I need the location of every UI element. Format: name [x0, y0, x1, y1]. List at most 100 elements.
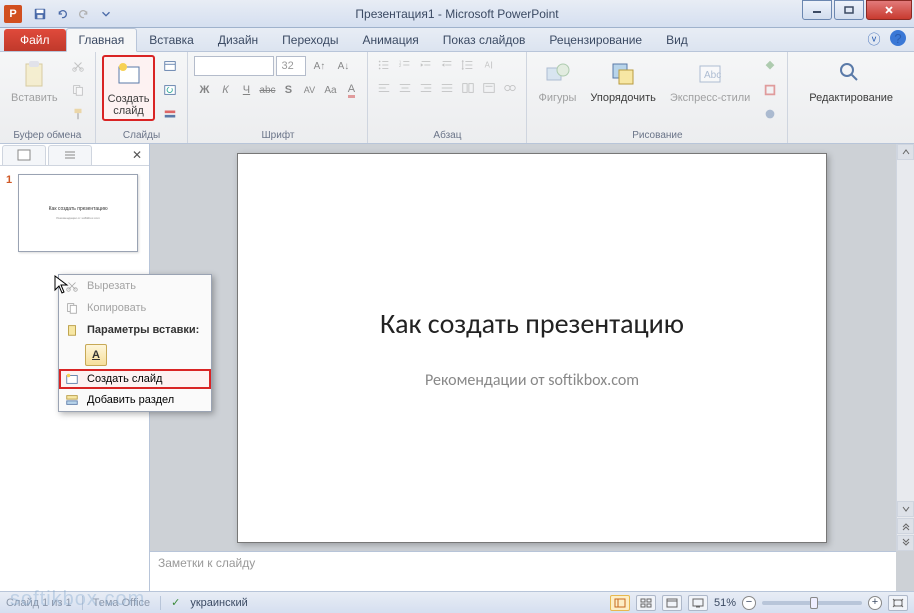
zoom-out-button[interactable]: − [742, 596, 756, 610]
arrange-button[interactable]: Упорядочить [585, 55, 660, 107]
increase-indent-button[interactable] [437, 55, 457, 75]
zoom-in-button[interactable]: + [868, 596, 882, 610]
slide-thumbnail[interactable]: Как создать презентацию Рекомендации от … [18, 174, 138, 252]
char-spacing-button[interactable]: AV [299, 80, 319, 100]
zoom-slider-thumb[interactable] [810, 597, 818, 609]
bold-button[interactable]: Ж [194, 80, 214, 100]
cm-new-slide-label: Создать слайд [87, 373, 162, 385]
shape-outline-button[interactable] [759, 79, 781, 101]
redo-button[interactable] [74, 4, 94, 24]
paste-button[interactable]: Вставить [6, 55, 63, 107]
shapes-button[interactable]: Фигуры [533, 55, 581, 107]
sorter-view-button[interactable] [636, 595, 656, 611]
cm-cut[interactable]: Вырезать [59, 275, 211, 297]
slide-edit-area: Как создать презентацию Рекомендации от … [150, 144, 914, 591]
notes-pane[interactable]: Заметки к слайду [150, 551, 896, 591]
minimize-button[interactable] [802, 0, 832, 20]
scroll-down-button[interactable] [897, 501, 914, 517]
font-family-combo[interactable] [194, 56, 274, 76]
layout-button[interactable] [159, 55, 181, 77]
tab-insert[interactable]: Вставка [137, 29, 206, 51]
slides-tab-icon[interactable] [2, 145, 46, 165]
shape-fill-button[interactable] [759, 55, 781, 77]
reset-button[interactable] [159, 79, 181, 101]
decrease-indent-button[interactable] [416, 55, 436, 75]
tab-home[interactable]: Главная [66, 28, 138, 52]
save-button[interactable] [30, 4, 50, 24]
shape-effects-button[interactable] [759, 103, 781, 125]
strike-button[interactable]: abc [257, 80, 277, 100]
columns-button[interactable] [458, 78, 478, 98]
tab-design[interactable]: Дизайн [206, 29, 270, 51]
undo-button[interactable] [52, 4, 72, 24]
tab-animations[interactable]: Анимация [350, 29, 430, 51]
next-slide-button[interactable] [897, 535, 914, 551]
copy-button[interactable] [67, 79, 89, 101]
slide-title[interactable]: Как создать презентацию [380, 306, 684, 341]
slide-subtitle[interactable]: Рекомендации от softikbox.com [425, 371, 639, 390]
minimize-ribbon-icon[interactable]: ⓥ [866, 30, 882, 46]
tab-view[interactable]: Вид [654, 29, 700, 51]
zoom-level[interactable]: 51% [714, 597, 736, 609]
status-language[interactable]: украинский [190, 597, 247, 609]
group-label-font: Шрифт [194, 129, 361, 143]
fit-to-window-button[interactable] [888, 595, 908, 611]
cut-button[interactable] [67, 55, 89, 77]
spellcheck-icon[interactable]: ✓ [171, 596, 180, 609]
cm-add-section[interactable]: Добавить раздел [59, 389, 211, 411]
font-color-button[interactable]: A [341, 80, 361, 100]
grow-font-button[interactable]: A↑ [308, 55, 330, 77]
new-slide-button[interactable]: Создать слайд [102, 55, 156, 121]
help-icon[interactable]: ? [890, 30, 906, 46]
underline-button[interactable]: Ч [236, 80, 256, 100]
scroll-up-button[interactable] [897, 144, 914, 160]
align-right-button[interactable] [416, 78, 436, 98]
thumbnail-area[interactable]: 1 Как создать презентацию Рекомендации о… [0, 166, 149, 260]
group-label-slides: Слайды [102, 129, 182, 143]
paste-keep-formatting-button[interactable]: A [85, 344, 107, 366]
group-slides: Создать слайд Слайды [96, 52, 189, 143]
smartart-button[interactable] [500, 78, 520, 98]
file-tab[interactable]: Файл [4, 29, 66, 51]
format-painter-button[interactable] [67, 103, 89, 125]
cm-new-slide[interactable]: Создать слайд [59, 369, 211, 389]
italic-button[interactable]: К [215, 80, 235, 100]
shadow-button[interactable]: S [278, 80, 298, 100]
editing-button[interactable]: Редактирование [804, 55, 898, 107]
outline-tab-icon[interactable] [48, 145, 92, 165]
cm-copy[interactable]: Копировать [59, 297, 211, 319]
numbering-button[interactable]: 12 [395, 55, 415, 75]
normal-view-button[interactable] [610, 595, 630, 611]
slide-canvas[interactable]: Как создать презентацию Рекомендации от … [150, 144, 914, 551]
align-left-button[interactable] [374, 78, 394, 98]
qat-customize[interactable] [96, 4, 116, 24]
tab-slideshow[interactable]: Показ слайдов [431, 29, 538, 51]
section-button[interactable] [159, 103, 181, 125]
quick-styles-button[interactable]: Abc Экспресс-стили [665, 55, 755, 107]
panel-close-button[interactable]: ✕ [129, 147, 145, 163]
change-case-button[interactable]: Aa [320, 80, 340, 100]
maximize-button[interactable] [834, 0, 864, 20]
text-direction-button[interactable]: A [479, 55, 499, 75]
group-editing: Редактирование [788, 52, 914, 143]
align-text-button[interactable] [479, 78, 499, 98]
shrink-font-button[interactable]: A↓ [332, 55, 354, 77]
bullets-button[interactable] [374, 55, 394, 75]
vertical-scrollbar[interactable] [896, 144, 914, 551]
tab-transitions[interactable]: Переходы [270, 29, 350, 51]
new-slide-icon [113, 59, 145, 91]
slideshow-view-button[interactable] [688, 595, 708, 611]
prev-slide-button[interactable] [897, 518, 914, 534]
editing-label: Редактирование [809, 92, 893, 104]
line-spacing-button[interactable] [458, 55, 478, 75]
font-size-combo[interactable]: 32 [276, 56, 306, 76]
slide[interactable]: Как создать презентацию Рекомендации от … [237, 153, 827, 543]
thumb-title: Как создать презентацию [49, 206, 108, 212]
justify-button[interactable] [437, 78, 457, 98]
close-button[interactable] [866, 0, 912, 20]
zoom-slider[interactable] [762, 601, 862, 605]
tab-review[interactable]: Рецензирование [537, 29, 654, 51]
reading-view-button[interactable] [662, 595, 682, 611]
align-center-button[interactable] [395, 78, 415, 98]
quick-styles-icon: Abc [694, 58, 726, 90]
